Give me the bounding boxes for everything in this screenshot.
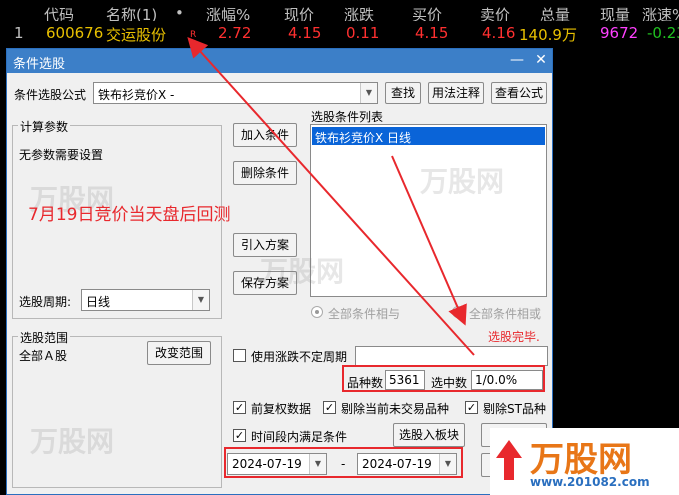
annotation-arrows bbox=[187, 37, 475, 356]
watermark-logo: 万股网 www.201082.com bbox=[490, 428, 679, 495]
arrow-to-result bbox=[391, 155, 467, 326]
logo-url: www.201082.com bbox=[530, 475, 650, 489]
logo-text: 万股网 bbox=[530, 440, 632, 480]
arrow-to-stock bbox=[187, 37, 475, 356]
logo-icon bbox=[496, 440, 522, 480]
